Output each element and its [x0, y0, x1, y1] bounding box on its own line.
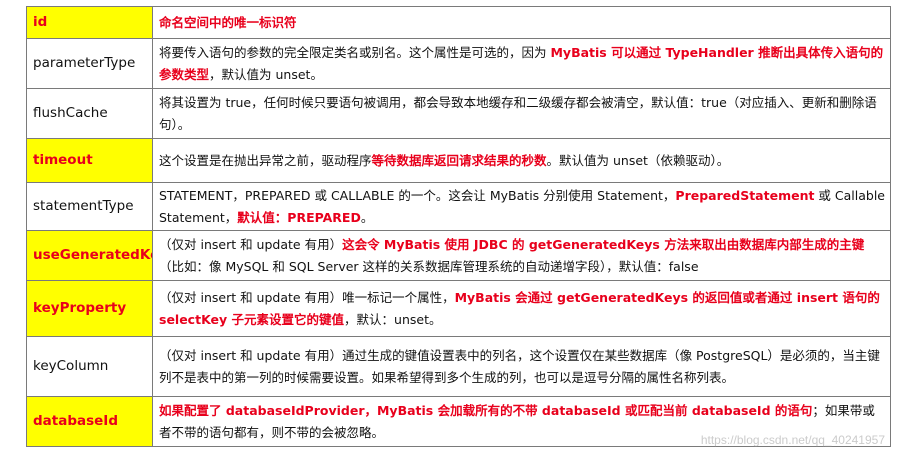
description-text: （比如：像 MySQL 和 SQL Server 这样的关系数据库管理系统的自动…: [159, 258, 699, 274]
table-row: parameterType 将要传入语句的参数的完全限定类名或别名。这个属性是可…: [26, 38, 891, 89]
table-row: keyColumn （仅对 insert 和 update 有用）通过生成的键值…: [26, 336, 891, 397]
table-row: useGeneratedKeys （仅对 insert 和 update 有用）…: [26, 230, 891, 281]
attribute-description: 如果配置了 databaseIdProvider，MyBatis 会加载所有的不…: [152, 396, 891, 447]
attribute-description: STATEMENT，PREPARED 或 CALLABLE 的一个。这会让 My…: [152, 182, 891, 231]
emphasized-text: 等待数据库返回请求结果的秒数: [371, 152, 547, 168]
description-text: （仅对 insert 和 update 有用）通过生成的键值设置表中的列名，这个…: [159, 347, 880, 385]
table-row: id 命名空间中的唯一标识符: [26, 6, 891, 39]
table-row: keyProperty （仅对 insert 和 update 有用）唯一标记一…: [26, 280, 891, 337]
description-text: （仅对 insert 和 update 有用）唯一标记一个属性，: [159, 289, 455, 305]
attribute-name: parameterType: [26, 38, 153, 89]
attribute-name: keyProperty: [26, 280, 153, 337]
attribute-name: useGeneratedKeys: [26, 230, 153, 281]
attribute-description: （仅对 insert 和 update 有用）通过生成的键值设置表中的列名，这个…: [152, 336, 891, 397]
attribute-description: 命名空间中的唯一标识符: [152, 6, 891, 39]
emphasized-text: 如果配置了 databaseIdProvider，MyBatis 会加载所有的不…: [159, 402, 813, 418]
attribute-name: keyColumn: [26, 336, 153, 397]
description-text: （仅对 insert 和 update 有用）: [159, 236, 343, 252]
table-row: timeout 这个设置是在抛出异常之前，驱动程序等待数据库返回请求结果的秒数。…: [26, 138, 891, 183]
description-text: STATEMENT，PREPARED 或 CALLABLE 的一个。这会让 My…: [159, 187, 676, 203]
description-text: ，默认值为 unset。: [209, 66, 323, 82]
table-row: databaseId 如果配置了 databaseIdProvider，MyBa…: [26, 396, 891, 447]
attribute-description: （仅对 insert 和 update 有用）唯一标记一个属性，MyBatis …: [152, 280, 891, 337]
emphasized-text: PreparedStatement: [675, 187, 815, 203]
attribute-name: statementType: [26, 182, 153, 231]
attribute-table: id 命名空间中的唯一标识符 parameterType 将要传入语句的参数的完…: [26, 6, 891, 447]
attribute-description: 将要传入语句的参数的完全限定类名或别名。这个属性是可选的，因为 MyBatis …: [152, 38, 891, 89]
emphasized-text: 默认值：PREPARED: [237, 209, 361, 225]
attribute-name: flushCache: [26, 88, 153, 139]
table-row: flushCache 将其设置为 true，任何时候只要语句被调用，都会导致本地…: [26, 88, 891, 139]
attribute-name: databaseId: [26, 396, 153, 447]
description-text: 将其设置为 true，任何时候只要语句被调用，都会导致本地缓存和二级缓存都会被清…: [159, 94, 877, 132]
attribute-name: timeout: [26, 138, 153, 183]
attribute-description: （仅对 insert 和 update 有用）这会令 MyBatis 使用 JD…: [152, 230, 891, 281]
description-text: 这个设置是在抛出异常之前，驱动程序: [159, 152, 372, 168]
emphasized-text: 命名空间中的唯一标识符: [159, 14, 297, 30]
description-text: ，默认：unset。: [344, 311, 442, 327]
description-text: 。默认值为 unset（依赖驱动）。: [546, 152, 730, 168]
attribute-description: 将其设置为 true，任何时候只要语句被调用，都会导致本地缓存和二级缓存都会被清…: [152, 88, 891, 139]
table-row: statementType STATEMENT，PREPARED 或 CALLA…: [26, 182, 891, 231]
description-text: 将要传入语句的参数的完全限定类名或别名。这个属性是可选的，因为: [159, 44, 551, 60]
attribute-table-body: id 命名空间中的唯一标识符 parameterType 将要传入语句的参数的完…: [26, 6, 891, 447]
attribute-description: 这个设置是在抛出异常之前，驱动程序等待数据库返回请求结果的秒数。默认值为 uns…: [152, 138, 891, 183]
emphasized-text: 这会令 MyBatis 使用 JDBC 的 getGeneratedKeys 方…: [342, 236, 865, 252]
attribute-name: id: [26, 6, 153, 39]
description-text: 。: [360, 209, 374, 225]
